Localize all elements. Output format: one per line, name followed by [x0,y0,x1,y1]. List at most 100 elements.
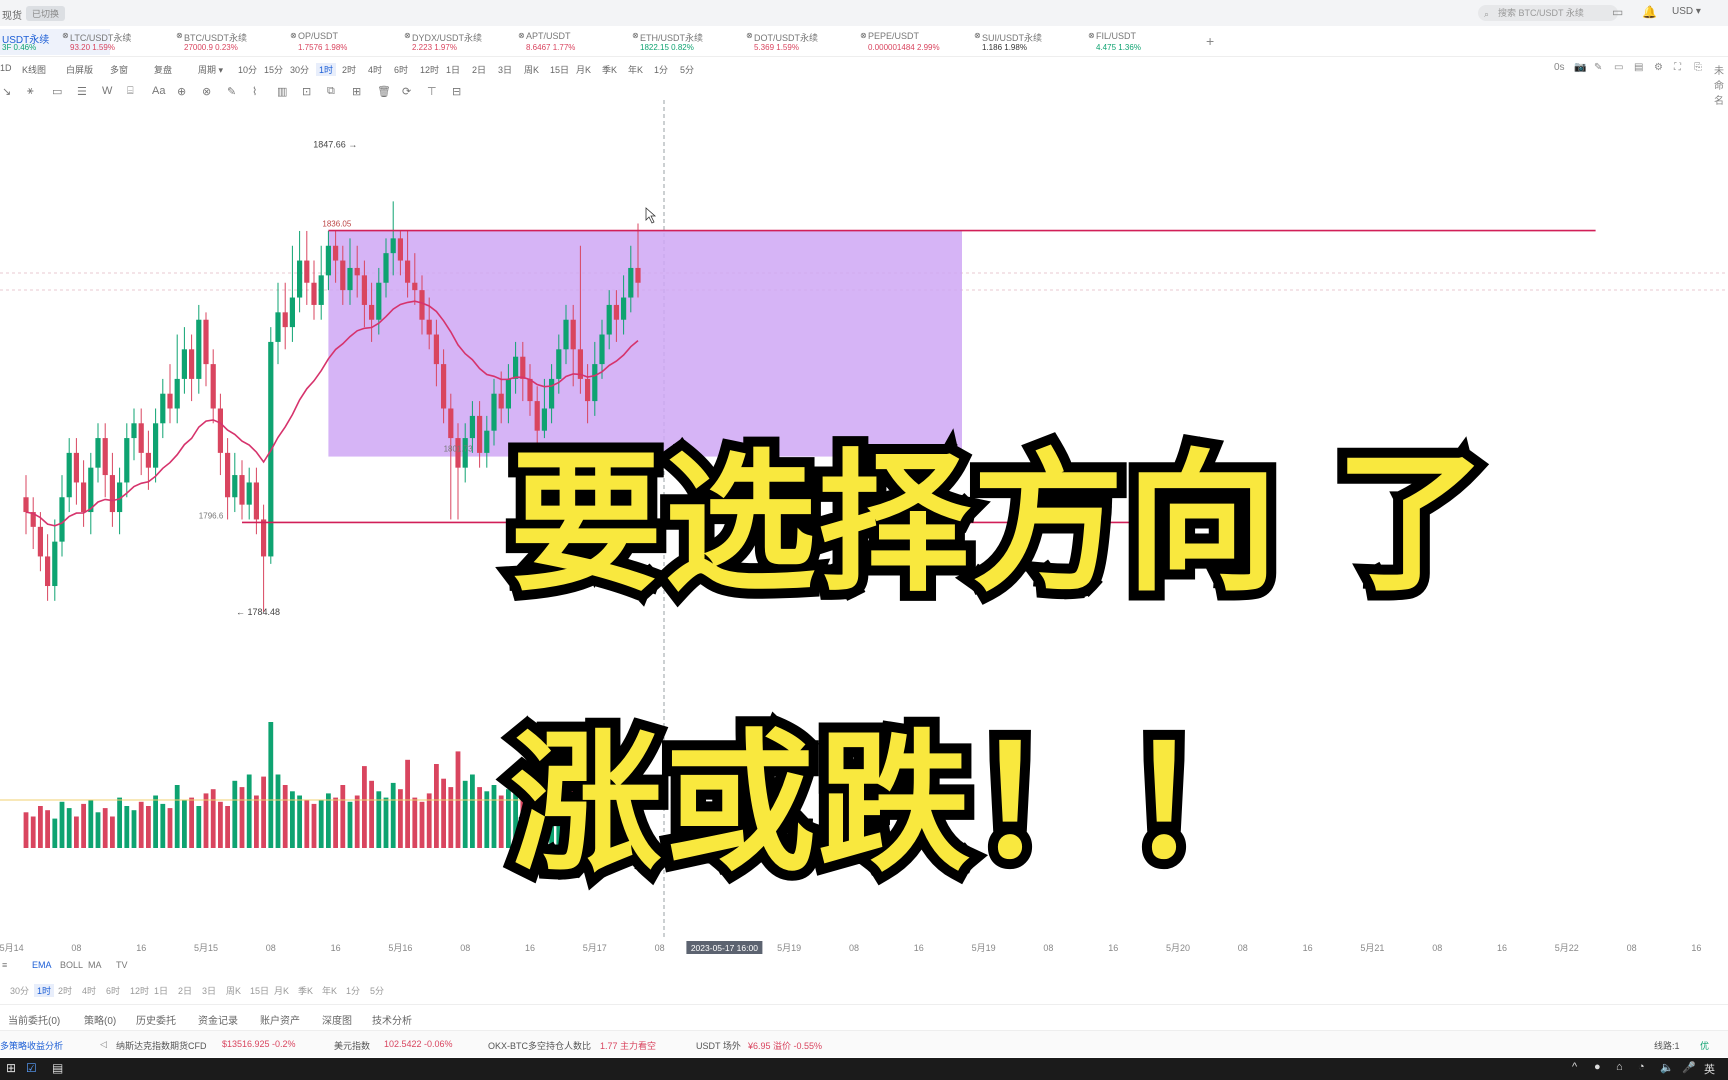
timeframe-button[interactable]: 15分 [264,63,283,76]
tray-icon[interactable]: ◔ [1638,1061,1645,1073]
bottom-timeframe-button[interactable]: 12时 [130,984,149,997]
timeframe-button[interactable]: 5分 [680,63,694,76]
close-icon[interactable]: ⊗ [518,31,525,40]
right-tool-icon[interactable]: ▤ [1634,62,1643,73]
timeframe-button[interactable]: 周K [524,63,539,76]
status-item[interactable]: OKX-BTC多空持仓人数比 [488,1039,591,1052]
timeframe-button[interactable]: 6时 [394,63,408,76]
ticker-tab[interactable]: ⊗ PEPE/USDT 0.000001484 2.99% [860,29,970,55]
timeframe-button[interactable]: 2日 [472,63,486,76]
ticker-tab[interactable]: ⊗ SUI/USDT永续 1.186 1.98% [974,29,1084,55]
bottom-timeframe-button[interactable]: 2时 [58,984,72,997]
status-item[interactable]: 优 [1700,1039,1709,1052]
tray-icon[interactable]: 英 [1704,1061,1715,1077]
close-icon[interactable]: ⊗ [290,31,297,40]
drawing-tool-icon[interactable]: ▥ [277,85,287,98]
drawing-tool-icon[interactable]: ↘ [2,85,11,98]
ticker-tab[interactable]: ⊗ DYDX/USDT永续 2.223 1.97% [404,29,514,55]
drawing-tool-icon[interactable]: Aa [152,85,165,97]
orders-tab[interactable]: 资金记录 [198,1012,238,1027]
right-tool-icon[interactable]: 📷 [1574,62,1586,73]
indicator-menu-icon[interactable]: ≡ [2,960,7,970]
orders-tab[interactable]: 技术分析 [372,1012,412,1027]
drawing-tool-icon[interactable]: ⊟ [452,85,461,98]
timeframe-button[interactable]: 2时 [342,63,356,76]
ticker-tab[interactable]: ⊗ FIL/USDT 4.475 1.36% [1088,29,1198,55]
right-tool-icon[interactable]: 0s [1554,62,1565,73]
drawing-tool-icon[interactable]: ⊞ [352,85,361,98]
status-item[interactable]: 线路:1 [1654,1039,1680,1052]
ticker-tab[interactable]: ⊗ LTC/USDT永续 93.20 1.59% [62,29,172,55]
close-icon[interactable]: ⊗ [860,31,867,40]
bottom-timeframe-button[interactable]: 30分 [10,984,29,997]
drawing-tool-icon[interactable]: ⌇ [252,85,257,98]
indicator-tab[interactable]: EMA [32,960,52,970]
orders-tab[interactable]: 历史委托 [136,1012,176,1027]
timeframe-button[interactable]: 1分 [654,63,668,76]
bottom-timeframe-button[interactable]: 1时 [34,984,55,997]
window-icon[interactable]: ▭ [1612,5,1623,19]
status-item[interactable]: 1.77 主力看空 [600,1039,656,1052]
timeframe-button[interactable]: 3日 [498,63,512,76]
bottom-timeframe-button[interactable]: 1分 [346,984,360,997]
drawing-tool-icon[interactable]: ⟳ [402,85,411,98]
ticker-tab[interactable]: ⊗ BTC/USDT永续 27000.9 0.23% [176,29,286,55]
bottom-timeframe-button[interactable]: 周K [226,984,241,997]
speaker-icon[interactable]: ◁ [100,1039,107,1050]
bottom-timeframe-button[interactable]: 年K [322,984,337,997]
timeframe-button[interactable]: 1日 [446,63,460,76]
right-tool-icon[interactable]: ⎘ [1694,62,1702,73]
tray-icon[interactable]: ^ [1572,1061,1577,1073]
tray-icon[interactable]: ⌂ [1616,1061,1623,1073]
toolbar-item[interactable]: K线图 [22,63,46,76]
timeframe-button[interactable]: 12时 [420,63,439,76]
orders-tab[interactable]: 深度图 [322,1012,352,1027]
right-tool-icon[interactable]: ▭ [1614,62,1623,73]
right-tool-icon[interactable]: ⚙ [1654,62,1663,73]
status-item[interactable]: USDT 场外 [696,1039,741,1052]
close-icon[interactable]: ⊗ [404,31,411,40]
drawing-tool-icon[interactable]: 🗑 [377,85,391,98]
drawing-tool-icon[interactable]: ▭ [52,85,62,98]
drawing-tool-icon[interactable]: ⊡ [302,85,311,98]
switch-pill[interactable]: 已切换 [26,6,66,21]
drawing-tool-icon[interactable]: ☰ [77,85,87,98]
timeframe-button[interactable]: 4时 [368,63,382,76]
drawing-tool-icon[interactable]: ⊗ [202,85,211,98]
close-icon[interactable]: ⊗ [746,31,753,40]
bottom-timeframe-button[interactable]: 5分 [370,984,384,997]
status-item[interactable]: 美元指数 [334,1039,370,1052]
timeframe-button[interactable]: 15日 [550,63,569,76]
ticker-tab[interactable]: ⊗ OP/USDT 1.7576 1.98% [290,29,400,55]
close-icon[interactable]: ⊗ [974,31,981,40]
bottom-timeframe-button[interactable]: 2日 [178,984,192,997]
search-input[interactable]: ⌕ 搜索 BTC/USDT 永续 [1478,5,1618,21]
bottom-timeframe-button[interactable]: 15日 [250,984,269,997]
toolbar-item[interactable]: 复盘 [154,63,172,76]
orders-tab[interactable]: 账户资产 [260,1012,300,1027]
drawing-tool-icon[interactable]: ⧉ [327,85,335,98]
toolbar-item[interactable]: 周期 ▾ [198,63,223,76]
ticker-tab[interactable]: ⊗ APT/USDT 8.6467 1.77% [518,29,628,55]
timeframe-button[interactable]: 季K [602,63,617,76]
close-icon[interactable]: ⊗ [62,31,69,40]
bottom-timeframe-button[interactable]: 1日 [154,984,168,997]
tray-icon[interactable]: ● [1594,1061,1601,1073]
timeframe-button[interactable]: 30分 [290,63,309,76]
range-box[interactable] [328,230,962,457]
indicator-tab[interactable]: MA [88,960,102,970]
toolbar-item[interactable]: 白屏版 [66,63,93,76]
ticker-tab[interactable]: ⊗ ETH/USDT永续 1822.15 0.82% [632,29,742,55]
drawing-tool-icon[interactable]: ⚹ [27,85,34,98]
tray-icon[interactable]: 🔈 [1660,1061,1674,1074]
bell-icon[interactable]: 🔔 [1642,5,1657,19]
bottom-timeframe-button[interactable]: 6时 [106,984,120,997]
currency-select[interactable]: USD ▾ [1672,6,1701,17]
drawing-tool-icon[interactable]: ⌸ [127,85,134,98]
toolbar-item[interactable]: 多窗 [110,63,128,76]
toolbar-item[interactable]: 1D [0,63,12,73]
drawing-tool-icon[interactable]: ✎ [227,85,236,98]
ticker-tab[interactable]: ⊗ DOT/USDT永续 5.369 1.59% [746,29,856,55]
app-icon[interactable]: ☑ [26,1061,37,1075]
timeframe-button[interactable]: 1时 [316,63,337,76]
